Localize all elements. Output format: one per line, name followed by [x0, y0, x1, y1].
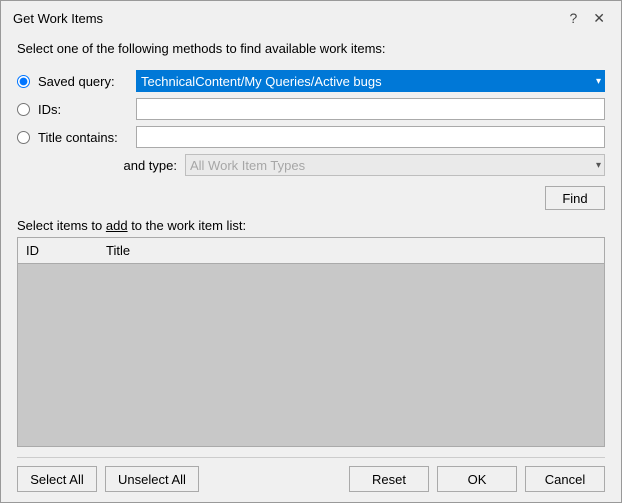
find-row: Find — [17, 186, 605, 210]
table-header: ID Title — [18, 238, 604, 264]
saved-query-radio[interactable] — [17, 75, 30, 88]
and-type-label: and type: — [117, 158, 177, 173]
saved-query-select[interactable]: TechnicalContent/My Queries/Active bugs — [136, 70, 605, 92]
table-body — [18, 264, 604, 446]
results-table: ID Title — [17, 237, 605, 447]
and-type-select[interactable]: All Work Item Types — [185, 154, 605, 176]
help-button[interactable]: ? — [565, 9, 581, 27]
items-label: Select items to add to the work item lis… — [17, 218, 605, 233]
column-title: Title — [98, 241, 604, 260]
title-bar-right: ? ✕ — [565, 9, 609, 27]
ids-row: IDs: — [17, 98, 605, 120]
saved-query-row: Saved query: TechnicalContent/My Queries… — [17, 70, 605, 92]
title-contains-input[interactable] — [136, 126, 605, 148]
bottom-buttons: Select All Unselect All Reset OK Cancel — [1, 458, 621, 502]
title-contains-row: Title contains: — [17, 126, 605, 148]
get-work-items-dialog: Get Work Items ? ✕ Select one of the fol… — [0, 0, 622, 503]
and-type-row: and type: All Work Item Types ▾ — [17, 154, 605, 176]
instruction-label: Select one of the following methods to f… — [17, 41, 605, 56]
dialog-title: Get Work Items — [13, 11, 103, 26]
column-id: ID — [18, 241, 98, 260]
form-area: Saved query: TechnicalContent/My Queries… — [17, 70, 605, 176]
ok-button[interactable]: OK — [437, 466, 517, 492]
title-bar: Get Work Items ? ✕ — [1, 1, 621, 31]
reset-button[interactable]: Reset — [349, 466, 429, 492]
saved-query-label: Saved query: — [38, 74, 128, 89]
unselect-all-button[interactable]: Unselect All — [105, 466, 199, 492]
cancel-button[interactable]: Cancel — [525, 466, 605, 492]
ids-radio[interactable] — [17, 103, 30, 116]
close-button[interactable]: ✕ — [589, 9, 609, 27]
find-button[interactable]: Find — [545, 186, 605, 210]
dialog-content: Select one of the following methods to f… — [1, 31, 621, 457]
and-type-wrapper: All Work Item Types ▾ — [185, 154, 605, 176]
title-contains-radio[interactable] — [17, 131, 30, 144]
bottom-left-buttons: Select All Unselect All — [17, 466, 199, 492]
title-bar-left: Get Work Items — [13, 11, 103, 26]
ids-input[interactable] — [136, 98, 605, 120]
bottom-right-buttons: Reset OK Cancel — [349, 466, 605, 492]
select-all-button[interactable]: Select All — [17, 466, 97, 492]
ids-label: IDs: — [38, 102, 128, 117]
saved-query-wrapper: TechnicalContent/My Queries/Active bugs … — [136, 70, 605, 92]
items-section: Select items to add to the work item lis… — [17, 218, 605, 447]
title-contains-label: Title contains: — [38, 130, 128, 145]
